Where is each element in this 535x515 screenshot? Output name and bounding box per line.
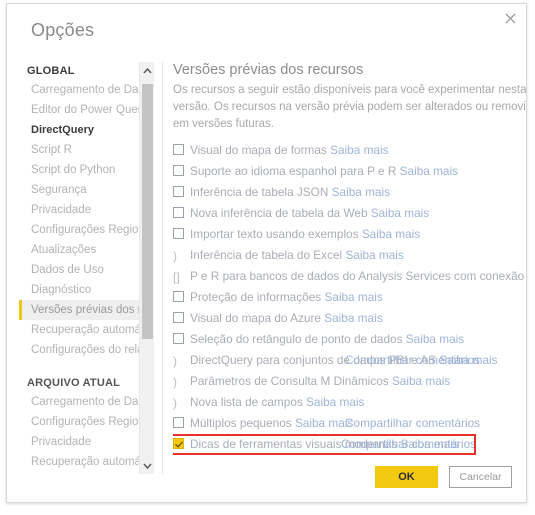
share-feedback-link[interactable]: Compartilhar comentários <box>341 434 476 455</box>
close-icon[interactable] <box>497 6 523 30</box>
learn-more-link[interactable]: Saiba mais <box>371 206 429 220</box>
feature-label: P e R para bancos de dados do Analysis S… <box>190 269 526 283</box>
sidebar: GLOBAL Carregamento de Dados Editor do Pow… <box>19 62 149 474</box>
sidebar-item-configura-es-regionais[interactable]: Configurações Regionais <box>19 220 149 240</box>
checkbox-unchecked-icon[interactable] <box>173 207 184 218</box>
chevron-up-icon <box>143 67 152 73</box>
sidebar-group-heading: GLOBAL <box>27 65 75 77</box>
ok-button[interactable]: OK <box>375 466 438 488</box>
feature-label: Proteção de informações <box>190 290 325 304</box>
pane-divider <box>162 62 163 474</box>
preview-feature-row[interactable]: Visual do mapa do Azure Saiba mais <box>173 308 526 329</box>
sidebar-item-configura-es-regionais[interactable]: Configurações Regionais <box>19 412 149 432</box>
preview-feature-row[interactable]: Múltiplos pequenos Saiba mais Compartilha… <box>173 413 526 434</box>
sidebar-item-directquery[interactable]: DirectQuery <box>19 120 149 140</box>
feature-label: Seleção do retângulo de ponto de dados <box>190 332 406 346</box>
checkbox-unchecked-icon[interactable] <box>173 186 184 197</box>
checkbox-unchecked-icon[interactable] <box>173 144 184 155</box>
checkbox-checked-icon[interactable] <box>173 438 184 449</box>
learn-more-link[interactable]: Saiba mais <box>345 248 403 262</box>
feature-label: Nova lista de campos <box>190 395 307 409</box>
sidebar-item-recupera-o-autom-tica[interactable]: Recuperação automática <box>19 320 149 340</box>
sidebar-item-atualiza-es[interactable]: Atualizações <box>19 240 149 260</box>
options-dialog: Opções GLOBAL Carregamento de Dados Editor… <box>6 3 527 503</box>
sidebar-item-carregamento-de-dados[interactable]: Carregamento de Dados <box>19 392 149 412</box>
feature-label: Importar texto usando exemplos <box>190 227 362 241</box>
checkbox-glyph-icon[interactable]: ) <box>173 372 184 389</box>
close-x-glyph <box>505 13 515 23</box>
preview-features-list: Visual do mapa de formas Saiba mais Supor… <box>173 140 526 455</box>
learn-more-link[interactable]: Saiba mais <box>324 290 382 304</box>
checkbox-unchecked-icon[interactable] <box>173 312 184 323</box>
preview-feature-row[interactable]: Suporte ao idioma espanhol para P e R Sa… <box>173 161 526 182</box>
feature-label: Visual do mapa de formas <box>190 143 331 157</box>
feature-label: Múltiplos pequenos <box>190 416 295 430</box>
scroll-down-icon[interactable] <box>140 457 155 474</box>
checkbox-unchecked-icon[interactable] <box>173 228 184 239</box>
preview-feature-row[interactable]: Nova inferência de tabela da Web Saiba m… <box>173 203 526 224</box>
section-description: Os recursos a seguir estão disponíveis p… <box>173 84 527 130</box>
dialog-footer: OK Cancelar <box>375 466 512 488</box>
learn-more-link[interactable]: Saiba mais <box>330 143 388 157</box>
preview-feature-row[interactable]: Importar texto usando exemplos Saiba mai… <box>173 224 526 245</box>
sidebar-item-diagn-stico[interactable]: Diagnóstico <box>19 280 149 300</box>
checkbox-unchecked-icon[interactable] <box>173 333 184 344</box>
preview-feature-row[interactable]: ) Inferência de tabela do Excel Saiba mai… <box>173 245 526 266</box>
learn-more-link[interactable]: Saiba mais <box>332 185 390 199</box>
preview-feature-row[interactable]: ) Parâmetros de Consulta M Dinâmicos Saib… <box>173 371 526 392</box>
sidebar-item-recupera-o-autom-tica[interactable]: Recuperação automática <box>19 452 149 472</box>
sidebar-item-configura-es-do-relat-rio[interactable]: Configurações do relatório <box>19 340 149 360</box>
checkbox-glyph-icon[interactable]: ) <box>173 351 184 368</box>
feature-label: Inferência de tabela JSON <box>190 185 332 199</box>
sidebar-item-dados-de-uso[interactable]: Dados de Uso <box>19 260 149 280</box>
preview-feature-row[interactable]: Seleção do retângulo de ponto de dados S… <box>173 329 526 350</box>
preview-feature-row[interactable]: ) DirectQuery para conjuntos de dados PBI… <box>173 350 526 371</box>
sidebar-group-heading: ARQUIVO ATUAL <box>27 377 121 389</box>
section-title: Versões prévias dos recursos <box>173 62 364 78</box>
sidebar-scrollbar[interactable] <box>139 62 154 474</box>
sidebar-item-editor-do-power-query[interactable]: Editor do Power Query <box>19 100 149 120</box>
learn-more-link[interactable]: Saiba mais <box>306 395 364 409</box>
sidebar-item-script-do-python[interactable]: Script do Python <box>19 160 149 180</box>
checkbox-glyph-icon[interactable]: ) <box>173 246 184 263</box>
share-feedback-link[interactable]: Compartilhar comentários <box>345 413 480 434</box>
feature-label: Nova inferência de tabela da Web <box>190 206 371 220</box>
sidebar-item-privacidade[interactable]: Privacidade <box>19 432 149 452</box>
checkbox-glyph-icon[interactable]: ) <box>173 393 184 410</box>
learn-more-link[interactable]: Saiba mais <box>362 227 420 241</box>
feature-label: Visual do mapa do Azure <box>190 311 325 325</box>
preview-feature-row[interactable]: Proteção de informações Saiba mais <box>173 287 526 308</box>
checkbox-unchecked-icon[interactable] <box>173 417 184 428</box>
sidebar-item-vers-es-pr-vias-dos-recursos[interactable]: Versões prévias dos recursos <box>19 300 149 320</box>
preview-feature-row[interactable]: ) Nova lista de campos Saiba mais <box>173 392 526 413</box>
sidebar-item-seguran-a[interactable]: Segurança <box>19 180 149 200</box>
share-feedback-link[interactable]: Compartilhar comentários <box>345 350 480 371</box>
learn-more-link[interactable]: Saiba mais <box>392 374 450 388</box>
preview-feature-row[interactable]: Inferência de tabela JSON Saiba mais <box>173 182 526 203</box>
feature-label: Parâmetros de Consulta M Dinâmicos <box>190 374 392 388</box>
learn-more-link[interactable]: Saiba mais <box>400 164 458 178</box>
preview-feature-row[interactable]: Visual do mapa de formas Saiba mais <box>173 140 526 161</box>
cancel-button[interactable]: Cancelar <box>449 466 512 488</box>
feature-label: Inferência de tabela do Excel <box>190 248 346 262</box>
main-pane: Versões prévias dos recursos Os recursos… <box>173 62 527 474</box>
learn-more-link[interactable]: Saiba mais <box>324 311 382 325</box>
checkbox-unchecked-icon[interactable] <box>173 291 184 302</box>
chevron-down-icon <box>143 463 152 469</box>
sidebar-item-privacidade[interactable]: Privacidade <box>19 200 149 220</box>
checkbox-unchecked-icon[interactable] <box>173 165 184 176</box>
sidebar-item-script-r[interactable]: Script R <box>19 140 149 160</box>
page-title: Opções <box>31 20 95 40</box>
scroll-up-icon[interactable] <box>140 62 155 79</box>
sidebar-item-carregamento-de-dados[interactable]: Carregamento de Dados <box>19 80 149 100</box>
learn-more-link[interactable]: Saiba mais <box>406 332 464 346</box>
preview-feature-row[interactable]: [] P e R para bancos de dados do Analysis… <box>173 266 526 287</box>
preview-feature-row[interactable]: Dicas de ferramentas visuais modernas Sa… <box>173 434 526 455</box>
scrollbar-thumb[interactable] <box>142 84 153 339</box>
checkbox-glyph-icon[interactable]: [] <box>173 267 184 284</box>
feature-label: Suporte ao idioma espanhol para P e R <box>190 164 400 178</box>
